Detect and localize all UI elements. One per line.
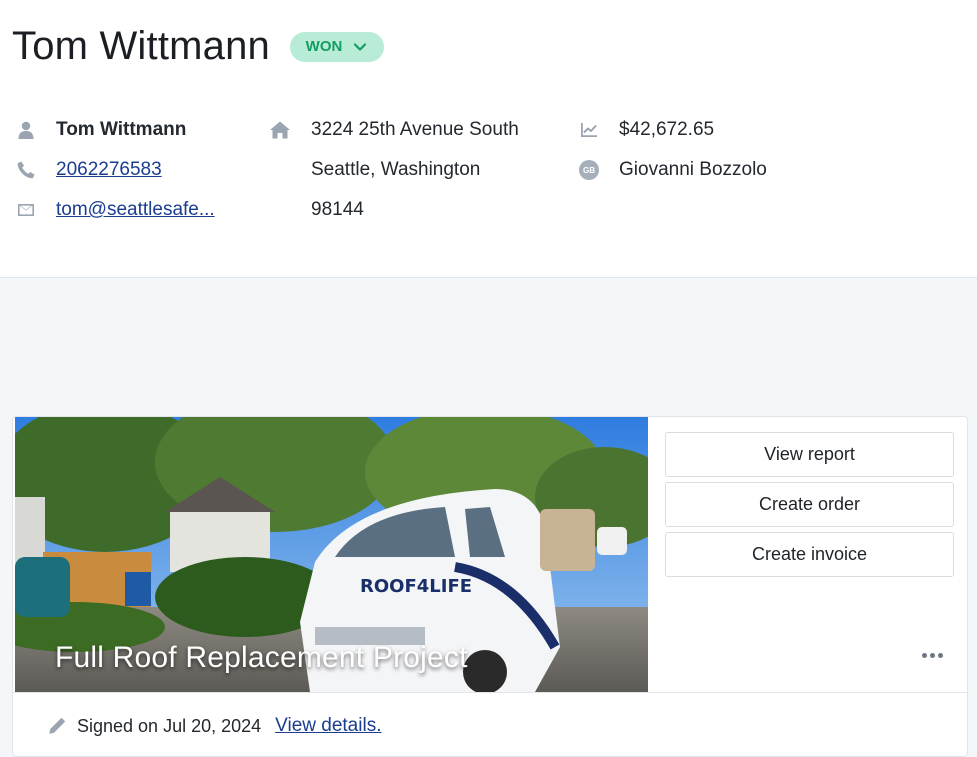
phone-icon: [14, 158, 38, 182]
create-order-button[interactable]: Create order: [665, 482, 954, 527]
home-icon: [268, 118, 292, 142]
owner-avatar: GB: [577, 158, 601, 182]
signed-row: Signed on Jul 20, 2024 View details.: [47, 715, 381, 737]
address-row-2: Seattle, Washington: [268, 150, 519, 190]
deal-value-row: $42,672.65: [577, 110, 767, 150]
address-line-1: 3224 25th Avenue South: [311, 119, 519, 140]
status-label: WON: [305, 38, 343, 55]
chevron-down-icon: [354, 42, 367, 51]
contact-phone-row: 2062276583: [14, 150, 215, 190]
address-row-1: 3224 25th Avenue South: [268, 110, 519, 150]
signed-text: Signed on Jul 20, 2024: [77, 715, 262, 736]
contact-name-row: Tom Wittmann: [14, 110, 215, 150]
contact-column: Tom Wittmann 2062276583 tom@seattlesafe.…: [14, 110, 215, 230]
address-row-3: 98144: [268, 190, 519, 230]
user-icon: [14, 118, 38, 142]
project-photo[interactable]: ROOF4LIFE Full Roof Replacement Project: [15, 417, 648, 692]
more-dot: [929, 652, 935, 658]
project-caption: Full Roof Replacement Project: [55, 641, 468, 674]
deal-owner-row: GB Giovanni Bozzolo: [577, 150, 767, 190]
chart-icon: [577, 118, 601, 142]
envelope-icon: [14, 198, 38, 222]
contact-header: Tom Wittmann WON Tom Wittmann 2062276583…: [0, 0, 977, 278]
contact-name: Tom Wittmann: [56, 119, 187, 140]
card-divider: [13, 692, 967, 693]
svg-text:ROOF4LIFE: ROOF4LIFE: [360, 576, 472, 597]
page-title: Tom Wittmann: [12, 24, 271, 68]
phone-link[interactable]: 2062276583: [56, 159, 162, 181]
more-dot: [921, 652, 927, 658]
contact-email-row: tom@seattlesafe...: [14, 190, 215, 230]
address-column: 3224 25th Avenue South Seattle, Washingt…: [268, 110, 519, 230]
deal-column: $42,672.65 GB Giovanni Bozzolo: [577, 110, 767, 190]
deal-owner: Giovanni Bozzolo: [619, 159, 767, 180]
status-dropdown[interactable]: WON: [290, 31, 385, 62]
email-link[interactable]: tom@seattlesafe...: [56, 199, 215, 221]
owner-initials: GB: [579, 160, 599, 180]
more-dot: [937, 652, 943, 658]
project-actions: View report Create order Create invoice: [665, 432, 954, 582]
pencil-icon: [49, 717, 66, 734]
address-line-2: Seattle, Washington: [311, 159, 481, 180]
ellipsis-icon[interactable]: [918, 645, 946, 665]
deal-value: $42,672.65: [619, 119, 715, 140]
create-invoice-button[interactable]: Create invoice: [665, 532, 954, 577]
address-line-3: 98144: [311, 199, 364, 220]
project-card: ROOF4LIFE Full Roof Replacement Project …: [12, 416, 968, 757]
view-details-link[interactable]: View details.: [275, 715, 381, 737]
title-row: Tom Wittmann WON: [12, 24, 385, 69]
view-report-button[interactable]: View report: [665, 432, 954, 477]
